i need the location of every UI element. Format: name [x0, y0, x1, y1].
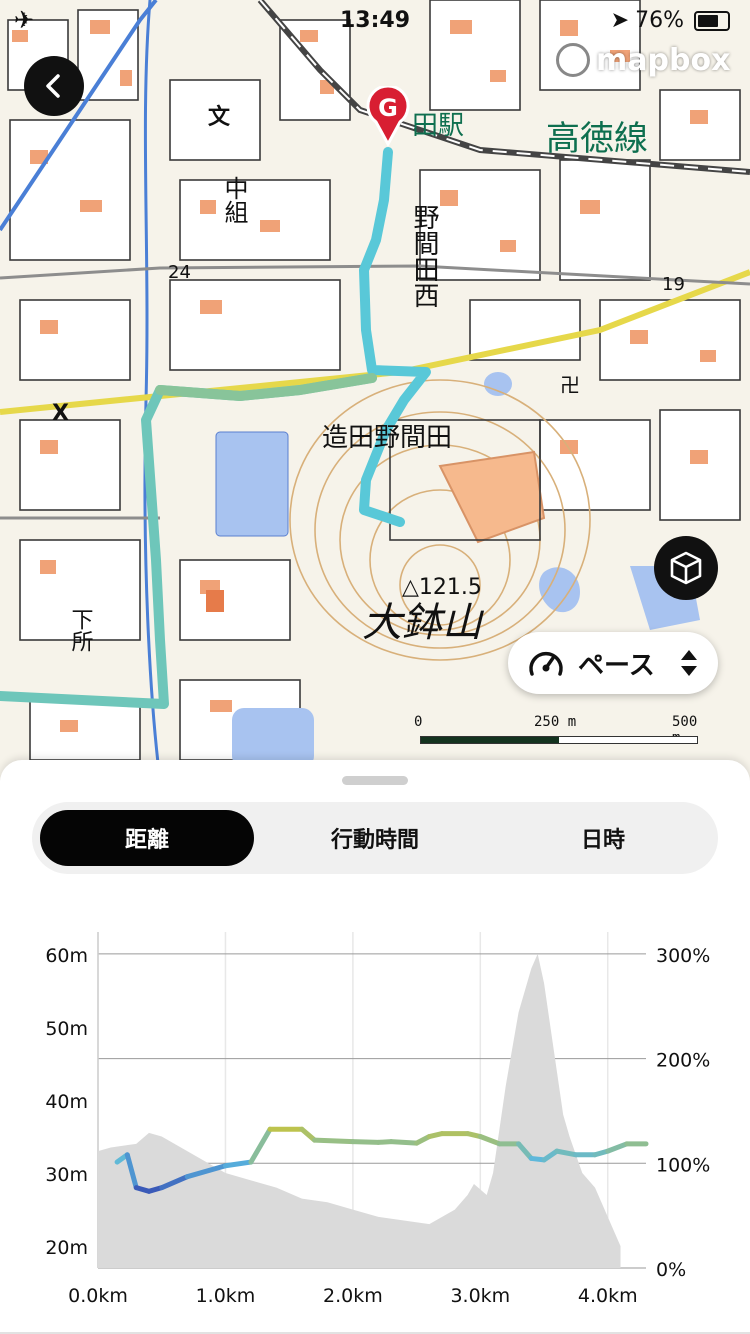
elevation-segment	[222, 1159, 254, 1169]
chevron-left-icon	[46, 74, 60, 98]
tab-distance[interactable]: 距離	[40, 810, 254, 866]
map-label-school: 文	[208, 104, 231, 130]
y-left-tick-0: 60m	[45, 945, 88, 967]
map-scale: 0 250 m 500 m	[414, 714, 704, 748]
map-view[interactable]: 田駅 高徳線 24 19 造田野間田 △121.5 大鉢山 X 文 卍 中組 野…	[0, 0, 750, 780]
map-label-x: X	[52, 401, 69, 426]
slope-area	[98, 953, 621, 1268]
map-label-lower: 下所	[68, 608, 94, 652]
elevation-segment	[312, 1137, 356, 1145]
scale-label-mid: 250 m	[534, 714, 577, 730]
map-label-summit: △121.5	[402, 575, 482, 600]
mapbox-wordmark: mapbox	[596, 42, 731, 78]
elevation-segment	[477, 1134, 502, 1147]
x-tick-0: 0.0km	[68, 1285, 128, 1307]
y-left-tick-1: 50m	[45, 1018, 88, 1040]
elevation-chart: 60m 50m 40m 30m 20m 300% 200% 100% 0% 0.0km 1.0km 2…	[45, 932, 710, 1307]
drag-handle[interactable]	[342, 776, 408, 785]
elevation-segment	[299, 1126, 318, 1143]
x-tick-4: 4.0km	[578, 1285, 638, 1307]
tab-action-time[interactable]: 行動時間	[268, 810, 482, 866]
y-left-tick-4: 20m	[45, 1237, 88, 1259]
map-label-district: 野間田西	[409, 204, 439, 308]
tab-datetime[interactable]: 日時	[496, 810, 710, 866]
x-tick-1: 1.0km	[196, 1285, 256, 1307]
elevation-segment	[350, 1139, 381, 1145]
map-label-area: 造田野間田	[322, 423, 452, 453]
y-right-tick-3: 0%	[656, 1259, 686, 1281]
pace-label: ペース	[578, 650, 655, 681]
map-label-village: 中組	[220, 176, 248, 224]
speedometer-icon	[529, 651, 563, 676]
elevation-segment	[605, 1141, 630, 1154]
battery-percent: 76%	[635, 8, 684, 33]
elevation-segment	[248, 1126, 273, 1165]
scale-label-zero: 0	[414, 714, 423, 730]
battery-icon	[694, 10, 730, 31]
status-bar: ✈ 13:49 ➤ 76%	[0, 0, 750, 40]
up-down-arrows-icon	[681, 650, 697, 676]
mapbox-logo: mapbox	[556, 40, 730, 80]
mapbox-mark-icon	[556, 43, 590, 77]
y-right-tick-2: 100%	[656, 1154, 710, 1176]
map-label-line: 高徳線	[546, 119, 648, 159]
map-label-mountain: 大鉢山	[362, 600, 485, 646]
x-tick-3: 3.0km	[450, 1285, 510, 1307]
x-tick-2: 2.0km	[323, 1285, 383, 1307]
tab-segmented-control: 距離 行動時間 日時	[32, 802, 718, 874]
scale-bar	[420, 736, 698, 744]
goal-marker[interactable]: G	[366, 86, 410, 146]
y-left-tick-2: 40m	[45, 1091, 88, 1113]
map-label-road-24: 24	[168, 262, 191, 283]
bottom-sheet: 距離 行動時間 日時 60m 50m 40m 30m 20m 300% 200% 100% 0%…	[0, 760, 750, 1334]
map-label-temple: 卍	[560, 373, 580, 397]
view-3d-button[interactable]	[654, 536, 718, 600]
cube-icon	[670, 551, 702, 585]
goal-marker-label: G	[378, 94, 398, 122]
y-left-tick-3: 30m	[45, 1164, 88, 1186]
back-button[interactable]	[24, 56, 84, 116]
y-right-tick-0: 300%	[656, 945, 710, 967]
location-arrow-icon: ➤	[610, 8, 630, 33]
map-label-station: 田駅	[412, 111, 464, 141]
y-right-tick-1: 200%	[656, 1050, 710, 1072]
scale-bar-fill	[421, 737, 559, 743]
pace-selector[interactable]: ペース	[508, 632, 718, 694]
elevation-segment	[388, 1139, 420, 1146]
map-label-road-19: 19	[662, 274, 685, 295]
status-right: ➤ 76%	[611, 8, 730, 33]
